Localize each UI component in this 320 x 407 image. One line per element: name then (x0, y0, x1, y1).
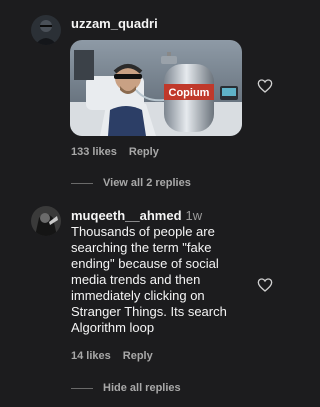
hide-replies-label[interactable]: Hide all replies (103, 382, 181, 394)
heart-icon[interactable] (257, 78, 273, 94)
username[interactable]: uzzam_quadri (71, 16, 158, 31)
likes-count[interactable]: 14 likes (71, 350, 111, 362)
divider-line (71, 387, 93, 389)
comment-text: Thousands of people are searching the te… (71, 224, 227, 335)
timestamp: 1w (185, 208, 203, 223)
hide-replies-button[interactable]: Hide all replies (71, 382, 181, 394)
username: muqeeth__ahmed 1w (71, 208, 202, 223)
comment-meta: 133 likes Reply (71, 146, 159, 158)
avatar[interactable] (31, 15, 61, 45)
heart-icon[interactable] (257, 277, 273, 293)
view-replies-label[interactable]: View all 2 replies (103, 177, 191, 189)
view-replies-button[interactable]: View all 2 replies (71, 177, 191, 189)
likes-count[interactable]: 133 likes (71, 146, 117, 158)
reply-button[interactable]: Reply (129, 146, 159, 158)
comment-meta: 14 likes Reply (71, 350, 153, 362)
reply-button[interactable]: Reply (123, 350, 153, 362)
tank-label: Copium (169, 87, 210, 99)
avatar[interactable] (31, 206, 61, 236)
username-link[interactable]: muqeeth__ahmed (71, 208, 182, 223)
divider-line (71, 182, 93, 184)
meme-image[interactable]: Copium (70, 40, 242, 136)
